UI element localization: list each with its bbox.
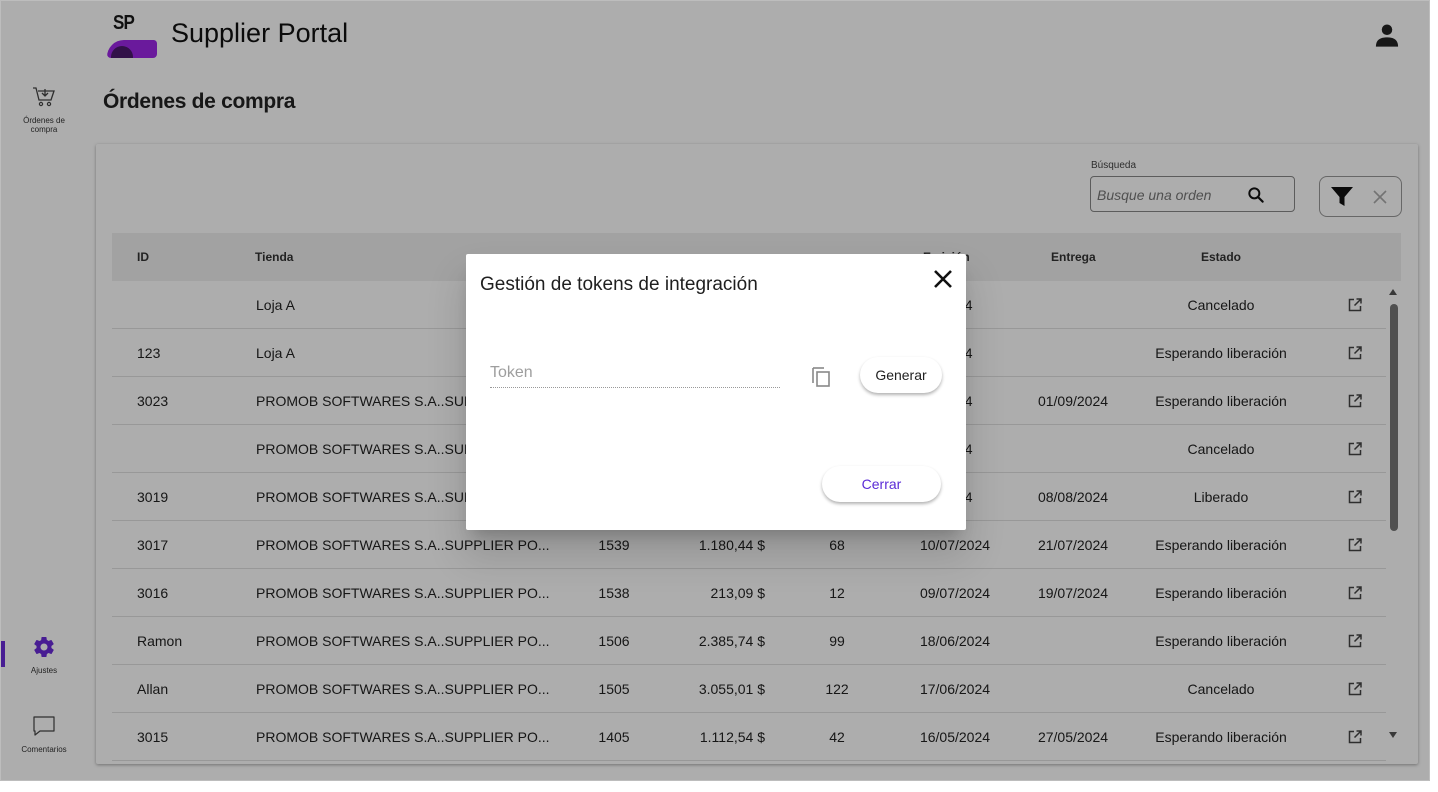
dialog-title: Gestión de tokens de integración [480,274,758,295]
token-field[interactable] [490,358,780,388]
copy-icon[interactable] [810,364,832,388]
close-button[interactable]: Cerrar [822,466,941,502]
token-dialog: Gestión de tokens de integración Generar… [466,254,966,530]
app-window: SP Supplier Portal Órdenes de compra Aju… [0,0,1430,781]
generate-button[interactable]: Generar [860,357,942,393]
close-icon[interactable] [930,266,956,292]
